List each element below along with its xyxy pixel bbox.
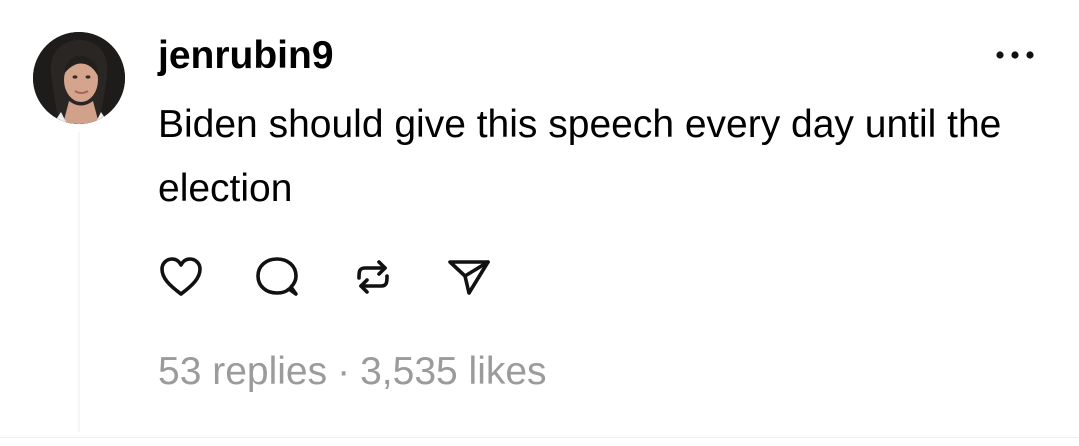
post-text: Biden should give this speech every day …: [158, 103, 1002, 210]
avatar[interactable]: [33, 32, 125, 124]
post-divider: [0, 437, 1079, 438]
comment-icon: [256, 257, 298, 296]
post-actions: [158, 254, 492, 300]
stats-separator: ·: [337, 350, 351, 393]
thread-connector-line: [78, 132, 80, 432]
likes-count[interactable]: 3,535 likes: [360, 348, 546, 396]
reply-button[interactable]: [254, 254, 300, 300]
thread-post: jenrubin9 Biden should give this speech …: [0, 0, 1079, 446]
heart-icon: [160, 257, 202, 296]
post-author-username[interactable]: jenrubin9: [158, 32, 334, 80]
more-options-button[interactable]: [990, 40, 1040, 70]
repost-button[interactable]: [350, 254, 396, 300]
more-icon: [996, 51, 1034, 59]
repost-icon: [357, 260, 389, 294]
profile-photo-icon: [33, 32, 125, 124]
post-stats: 53 replies · 3,535 likes: [158, 348, 547, 396]
send-icon: [448, 260, 490, 295]
replies-count[interactable]: 53 replies: [158, 348, 327, 396]
like-button[interactable]: [158, 254, 204, 300]
share-button[interactable]: [446, 254, 492, 300]
